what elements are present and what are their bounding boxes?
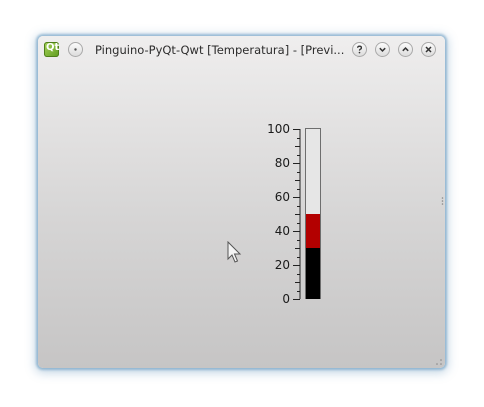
scale-label-0: 0 [282,292,290,306]
scale-label-60: 60 [274,190,290,204]
thermometer-graphic [293,128,321,300]
thermometer-normal-fill [306,248,320,299]
thermometer-alarm-fill [306,214,320,248]
desktop: Qt Pinguino-PyQt-Qwt [Temperatura] - [Pr… [0,0,484,407]
app-window: Qt Pinguino-PyQt-Qwt [Temperatura] - [Pr… [38,36,445,368]
corner-resize-grip-icon[interactable] [435,358,443,366]
side-resize-grip-icon[interactable] [441,196,444,206]
scale-label-20: 20 [274,258,290,272]
scale-label-100: 100 [267,122,290,136]
scale-label-80: 80 [274,156,290,170]
scale-ticks [293,129,300,300]
mouse-cursor-icon [227,241,242,263]
scale-label-40: 40 [274,224,290,238]
